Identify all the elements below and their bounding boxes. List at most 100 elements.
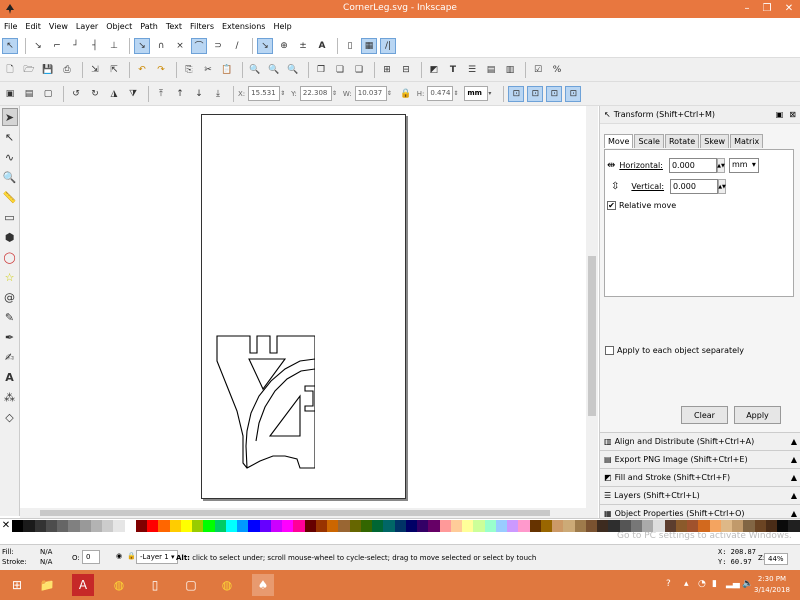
expand-icon[interactable]: ▲ xyxy=(791,437,797,446)
chevron-down-icon[interactable]: ▾ xyxy=(488,86,495,101)
color-swatch[interactable] xyxy=(293,520,305,532)
new-document-icon[interactable]: 🗋 xyxy=(2,62,18,78)
text-tool-icon[interactable]: A xyxy=(2,368,18,386)
duplicate-icon[interactable]: ❐ xyxy=(313,62,329,78)
color-swatch[interactable] xyxy=(507,520,519,532)
battery-icon[interactable]: ▮ xyxy=(712,579,717,589)
snap-path-icon[interactable]: ∩ xyxy=(153,38,169,54)
rotate-ccw-icon[interactable]: ↺ xyxy=(68,86,84,102)
move-unit-select[interactable]: mm ▾ xyxy=(728,158,759,173)
selector-tool-icon[interactable]: ➤ xyxy=(1,108,18,126)
snap-cusp-icon[interactable]: ⌒ xyxy=(191,37,207,54)
color-swatch[interactable] xyxy=(237,520,249,532)
restore-button[interactable]: ❐ xyxy=(756,0,778,18)
color-swatch[interactable] xyxy=(720,520,732,532)
lock-icon[interactable]: 🔒 xyxy=(127,552,136,560)
color-swatch[interactable] xyxy=(372,520,384,532)
select-all-icon[interactable]: ▣ xyxy=(2,86,18,102)
color-swatch[interactable] xyxy=(574,520,586,532)
color-swatch[interactable] xyxy=(552,520,564,532)
menu-text[interactable]: Text xyxy=(166,22,182,31)
dialog-align-distribute[interactable]: ▥ Align and Distribute (Shift+Ctrl+A) ▲ xyxy=(600,432,800,450)
expand-icon[interactable]: ▲ xyxy=(791,473,797,482)
color-swatch[interactable] xyxy=(192,520,204,532)
relative-move-checkbox[interactable]: ✔ xyxy=(607,201,616,210)
color-swatch[interactable] xyxy=(495,520,507,532)
color-swatch[interactable] xyxy=(113,520,125,532)
horizontal-input[interactable]: 0.000 xyxy=(668,158,717,173)
minimize-button[interactable]: – xyxy=(736,0,758,18)
color-swatch[interactable] xyxy=(417,520,429,532)
color-swatch[interactable] xyxy=(315,520,327,532)
network-icon[interactable]: ◔ xyxy=(698,579,706,589)
color-swatch[interactable] xyxy=(428,520,440,532)
color-swatch[interactable] xyxy=(608,520,620,532)
snap-page-border-icon[interactable]: ▯ xyxy=(342,38,358,54)
color-swatch[interactable] xyxy=(405,520,417,532)
color-swatch[interactable] xyxy=(79,520,91,532)
color-swatch[interactable] xyxy=(12,520,24,532)
menu-file[interactable]: File xyxy=(4,22,17,31)
color-swatch[interactable] xyxy=(642,520,654,532)
menu-view[interactable]: View xyxy=(49,22,68,31)
snap-smooth-icon[interactable]: ⊃ xyxy=(210,38,226,54)
color-swatch[interactable] xyxy=(23,520,35,532)
snap-bbox-center-icon[interactable]: ⊥ xyxy=(106,38,122,54)
color-swatch[interactable] xyxy=(360,520,372,532)
w-input[interactable]: 10.037 xyxy=(354,86,387,101)
apply-button[interactable]: Apply xyxy=(734,406,781,424)
color-swatch[interactable] xyxy=(754,520,766,532)
raise-icon[interactable]: ↑ xyxy=(172,86,188,102)
chrome-icon-2[interactable]: ◍ xyxy=(216,574,238,596)
x-stepper[interactable]: ⇕ xyxy=(280,86,287,101)
snap-bbox-corner-icon[interactable]: ┘ xyxy=(68,38,84,54)
help-icon[interactable]: ? xyxy=(666,579,671,589)
xml-editor-icon[interactable]: ▤ xyxy=(483,62,499,78)
text-font-icon[interactable]: T xyxy=(445,62,461,78)
scale-corners-icon[interactable]: ⊡ xyxy=(527,85,544,102)
snap-bbox-midpoint-icon[interactable]: ┤ xyxy=(87,38,103,54)
select-all-layers-icon[interactable]: ▤ xyxy=(21,86,37,102)
zoom-input[interactable]: 44% xyxy=(764,553,788,565)
scale-stroke-icon[interactable]: ⊡ xyxy=(508,85,525,102)
zoom-selection-icon[interactable]: 🔍 xyxy=(247,62,263,78)
unit-select[interactable]: mm xyxy=(464,86,489,101)
tablet-app-icon[interactable]: ▢ xyxy=(180,574,202,596)
menu-layer[interactable]: Layer xyxy=(76,22,98,31)
color-swatch[interactable] xyxy=(698,520,710,532)
chrome-icon[interactable]: ◍ xyxy=(108,574,130,596)
eraser-tool-icon[interactable]: ◇ xyxy=(2,408,18,426)
align-distribute-icon[interactable]: ▥ xyxy=(502,62,518,78)
h-stepper[interactable]: ⇕ xyxy=(453,86,460,101)
color-swatch[interactable] xyxy=(585,520,597,532)
star-tool-icon[interactable]: ☆ xyxy=(2,268,18,286)
paste-icon[interactable]: 📋 xyxy=(219,62,235,78)
snap-others-icon[interactable]: ↘ xyxy=(257,37,273,54)
color-swatch[interactable] xyxy=(732,520,744,532)
tray-expand-icon[interactable]: ▴ xyxy=(684,579,689,589)
ungroup-icon[interactable]: ⊟ xyxy=(398,62,414,78)
opacity-input[interactable]: 0 xyxy=(82,550,100,564)
color-swatch[interactable] xyxy=(248,520,260,532)
pencil-tool-icon[interactable]: ✎ xyxy=(2,308,18,326)
color-swatch[interactable] xyxy=(259,520,271,532)
color-swatch[interactable] xyxy=(327,520,339,532)
color-swatch[interactable] xyxy=(158,520,170,532)
fill-stroke-icon[interactable]: ◩ xyxy=(426,62,442,78)
color-swatch[interactable] xyxy=(540,520,552,532)
zoom-drawing-icon[interactable]: 🔍 xyxy=(266,62,282,78)
color-swatch[interactable] xyxy=(687,520,699,532)
dialog-fill-stroke[interactable]: ◩ Fill and Stroke (Shift+Ctrl+F) ▲ xyxy=(600,468,800,486)
raise-to-top-icon[interactable]: ⤒ xyxy=(153,86,169,102)
color-swatch[interactable] xyxy=(214,520,226,532)
color-swatch[interactable] xyxy=(45,520,57,532)
zoom-page-icon[interactable]: 🔍 xyxy=(285,62,301,78)
color-swatch[interactable] xyxy=(102,520,114,532)
preferences-icon[interactable]: % xyxy=(549,62,565,78)
color-swatch[interactable] xyxy=(788,520,800,532)
visibility-icon[interactable]: ◉ xyxy=(116,552,122,560)
redo-icon[interactable]: ↷ xyxy=(153,62,169,78)
clear-button[interactable]: Clear xyxy=(681,406,728,424)
color-swatch[interactable] xyxy=(383,520,395,532)
snap-bbox-icon[interactable]: ↘ xyxy=(30,38,46,54)
